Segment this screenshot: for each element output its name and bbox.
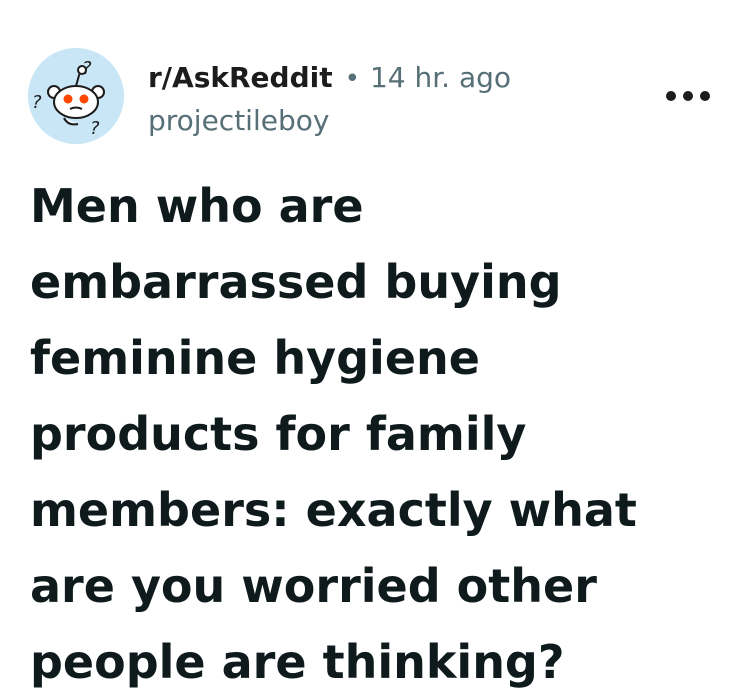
meta-line: r/AskReddit • 14 hr. ago	[148, 60, 511, 97]
post-meta: r/AskReddit • 14 hr. ago projectileboy	[148, 60, 511, 139]
subreddit-link[interactable]: r/AskReddit	[148, 60, 333, 96]
post-header: ? ? ? r/AskReddit • 14 hr. ago projectil…	[28, 48, 718, 158]
post-title[interactable]: Men who are embarrassed buying feminine …	[30, 168, 710, 700]
more-options-icon[interactable]	[666, 84, 710, 108]
author-link[interactable]: projectileboy	[148, 103, 511, 139]
meta-separator: •	[344, 64, 360, 94]
dot-2	[683, 91, 693, 101]
dot-3	[700, 91, 710, 101]
post-timestamp: 14 hr. ago	[369, 61, 512, 94]
svg-text:?: ?	[32, 92, 42, 113]
askreddit-snoo-icon: ? ? ?	[28, 48, 124, 144]
dot-1	[666, 91, 676, 101]
svg-text:?: ?	[90, 118, 100, 139]
subreddit-avatar[interactable]: ? ? ?	[28, 48, 124, 144]
